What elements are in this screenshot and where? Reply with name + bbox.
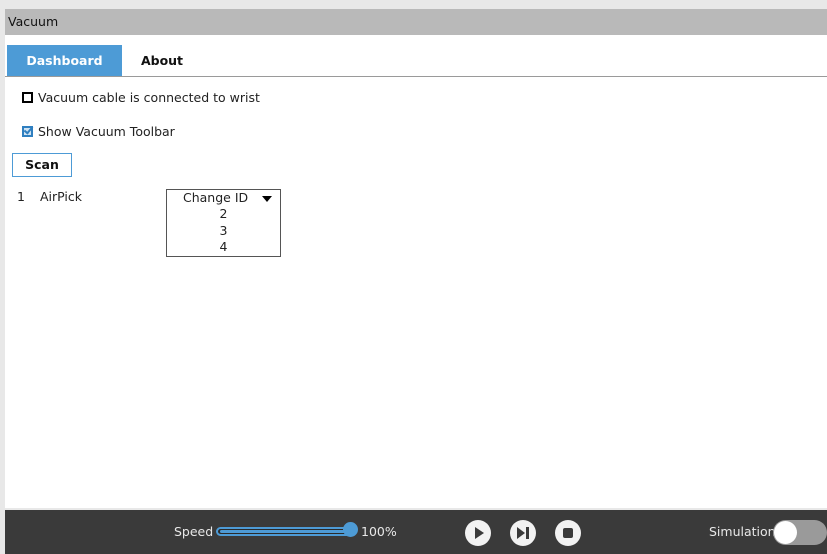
show-toolbar-option[interactable]: Show Vacuum Toolbar <box>22 124 175 140</box>
speed-slider-knob[interactable] <box>343 522 358 537</box>
chevron-down-icon <box>262 196 272 202</box>
stop-icon <box>563 528 573 538</box>
tab-about[interactable]: About <box>127 45 197 76</box>
play-button[interactable] <box>465 520 491 546</box>
simulation-toggle[interactable] <box>773 520 827 545</box>
step-bar-icon <box>526 527 529 539</box>
cable-connected-label: Vacuum cable is connected to wrist <box>38 90 260 105</box>
simulation-label: Simulation <box>709 524 776 539</box>
speed-value: 100% <box>361 524 397 539</box>
device-index: 1 <box>17 189 25 204</box>
speed-slider[interactable] <box>216 527 354 536</box>
change-id-dropdown[interactable]: Change ID <box>166 189 281 207</box>
stop-button[interactable] <box>555 520 581 546</box>
speed-slider-fill <box>220 530 350 533</box>
step-icon <box>517 527 525 539</box>
tab-bar: Dashboard About <box>5 45 827 77</box>
speed-label: Speed <box>174 524 214 539</box>
footer-bar: Speed 100% Simulation <box>5 510 827 554</box>
show-toolbar-label: Show Vacuum Toolbar <box>38 124 175 139</box>
simulation-toggle-knob <box>774 521 797 544</box>
change-id-options: 2 3 4 <box>166 206 281 257</box>
device-name: AirPick <box>40 189 83 204</box>
tab-dashboard[interactable]: Dashboard <box>7 45 122 76</box>
change-id-label: Change ID <box>183 190 249 205</box>
window-title: Vacuum <box>5 9 827 35</box>
id-option-2[interactable]: 2 <box>167 206 280 223</box>
scan-button[interactable]: Scan <box>12 153 72 177</box>
vacuum-panel: Vacuum Dashboard About Vacuum cable is c… <box>5 9 827 508</box>
show-toolbar-checkbox[interactable] <box>22 126 33 137</box>
step-button[interactable] <box>510 520 536 546</box>
cable-connected-option[interactable]: Vacuum cable is connected to wrist <box>22 90 260 106</box>
play-icon <box>475 527 484 539</box>
id-option-4[interactable]: 4 <box>167 239 280 256</box>
id-option-3[interactable]: 3 <box>167 223 280 240</box>
cable-connected-checkbox[interactable] <box>22 92 33 103</box>
